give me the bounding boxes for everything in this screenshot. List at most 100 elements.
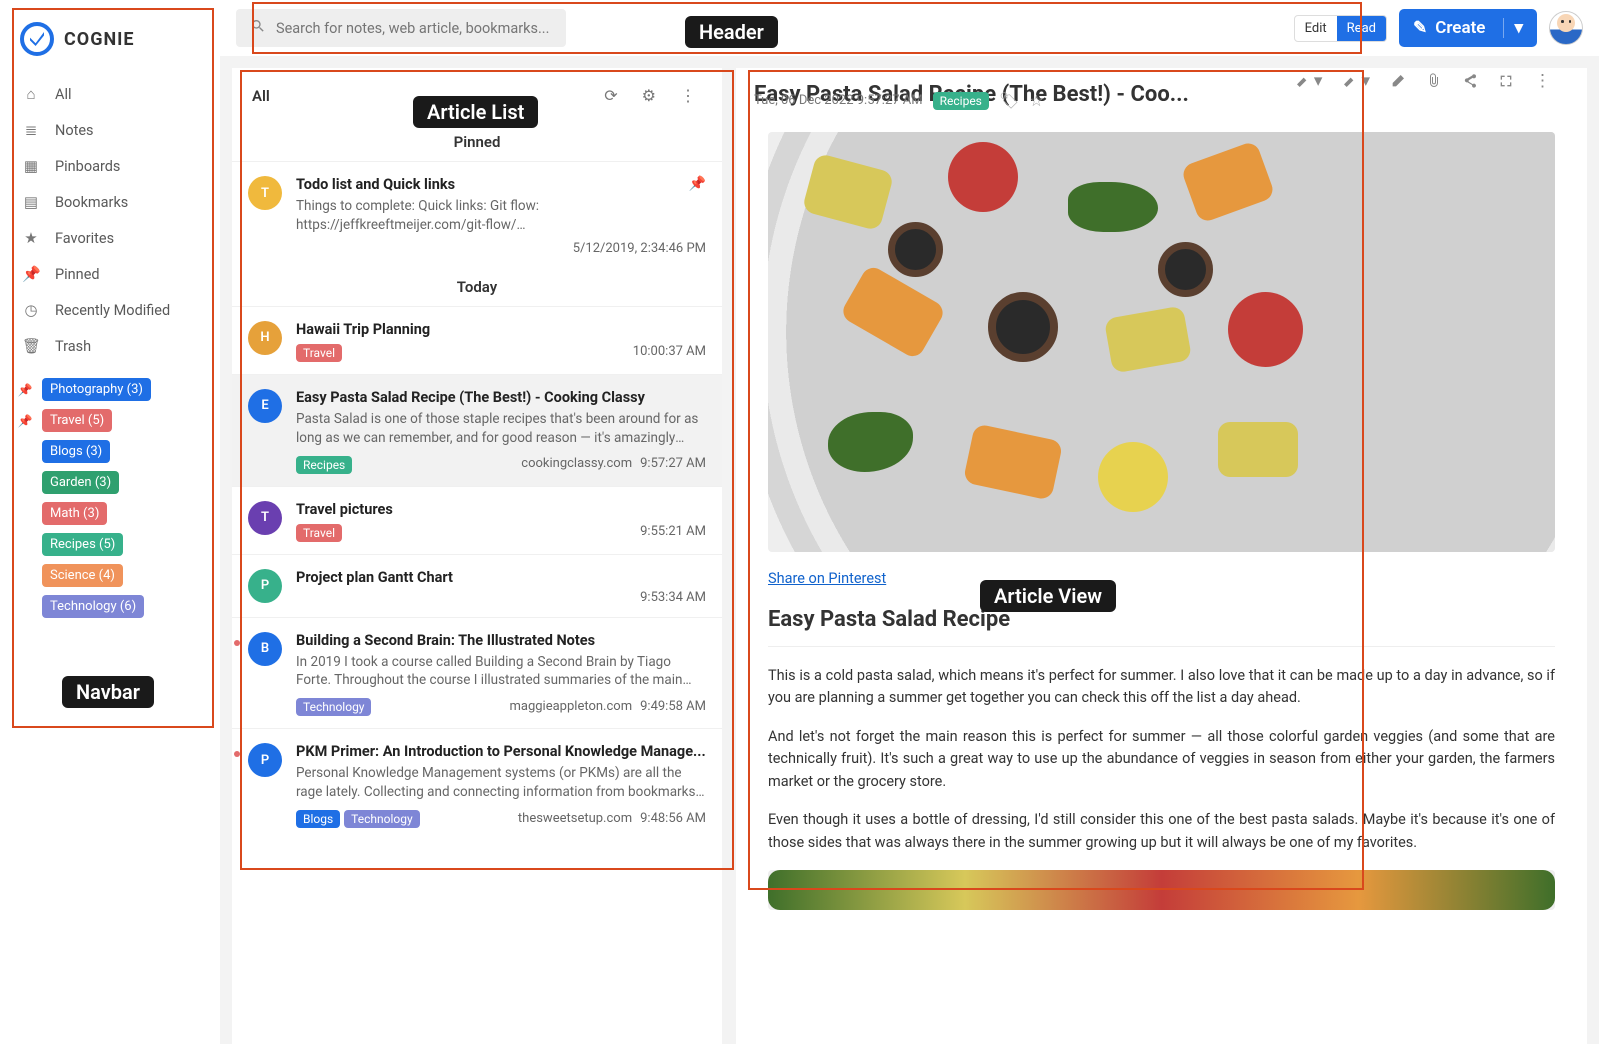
article-paragraph: This is a cold pasta salad, which means … [768, 665, 1555, 710]
divider [768, 646, 1555, 647]
item-source: maggieappleton.com [509, 699, 632, 714]
search-icon [250, 18, 266, 38]
nav-item-all[interactable]: ⌂All [10, 76, 210, 112]
list-item[interactable]: B Building a Second Brain: The Illustrat… [232, 617, 722, 729]
item-meta: cookingclassy.com9:57:27 AM [521, 456, 706, 471]
header: Edit Read ✎ Create ▾ [220, 0, 1599, 56]
article-heading: Easy Pasta Salad Recipe [768, 607, 1555, 632]
settings-icon[interactable]: ⚙ [636, 86, 662, 105]
nav-item-trash[interactable]: 🗑Trash [10, 328, 210, 364]
list-item[interactable]: P PKM Primer: An Introduction to Persona… [232, 728, 722, 840]
list-item[interactable]: P Project plan Gantt Chart 9:53:34 AM [232, 554, 722, 617]
highlighter-b-icon[interactable]: ▾ [1342, 71, 1370, 91]
eraser-icon[interactable] [1390, 71, 1406, 91]
nav-item-bookmarks[interactable]: ▤Bookmarks [10, 184, 210, 220]
nav-item-pinned[interactable]: 📌 Pinned [10, 256, 210, 292]
nav-label: Pinned [55, 266, 100, 283]
item-tag-chip[interactable]: Travel [296, 524, 342, 542]
tag-row: Garden (3) [10, 467, 210, 498]
item-tag-chip[interactable]: Blogs [296, 810, 340, 828]
create-dropdown-caret-icon[interactable]: ▾ [1503, 18, 1523, 38]
pinned-icon: 📌 [22, 265, 40, 283]
tag-row: 📌 Travel (5) [10, 405, 210, 436]
tag-chip[interactable]: Blogs (3) [42, 440, 110, 463]
tag-chip[interactable]: Science (4) [42, 564, 123, 587]
list-item[interactable]: T Travel pictures Travel 9:55:21 AM [232, 486, 722, 554]
nav-label: Notes [55, 122, 94, 139]
view-mode-switch[interactable]: Edit Read [1294, 15, 1387, 42]
item-tag-chip[interactable]: Technology [296, 698, 371, 716]
article-hero-image [768, 132, 1555, 552]
share-icon[interactable] [1462, 71, 1478, 91]
fullscreen-icon[interactable] [1498, 71, 1514, 91]
section-header: Pinned [232, 123, 722, 161]
highlighter-a-icon[interactable]: ▾ [1295, 71, 1323, 91]
item-meta: maggieappleton.com9:49:58 AM [509, 699, 706, 714]
nav-item-recently-modified[interactable]: ◷Recently Modified [10, 292, 210, 328]
share-pinterest-link[interactable]: Share on Pinterest [768, 570, 886, 587]
edit-mode[interactable]: Edit [1295, 16, 1337, 41]
nav-item-pinboards[interactable]: ▦Pinboards [10, 148, 210, 184]
item-title: Project plan Gantt Chart [296, 569, 706, 586]
search-field[interactable] [276, 20, 552, 37]
search-input[interactable] [236, 9, 566, 47]
all-icon: ⌂ [22, 85, 40, 103]
item-title: PKM Primer: An Introduction to Personal … [296, 743, 706, 760]
tag-chip[interactable]: Technology (6) [42, 595, 144, 618]
item-tag-chip[interactable]: Travel [296, 344, 342, 362]
refresh-icon[interactable]: ⟳ [598, 86, 623, 105]
item-title: Hawaii Trip Planning [296, 321, 706, 338]
item-avatar: E [248, 389, 282, 423]
tag-chip[interactable]: Recipes (5) [42, 533, 123, 556]
tag-chip[interactable]: Photography (3) [42, 378, 151, 401]
logo-icon [20, 22, 54, 56]
item-snippet: In 2019 I took a course called Building … [296, 653, 706, 691]
item-snippet: Personal Knowledge Management systems (o… [296, 764, 706, 802]
nav-label: Bookmarks [55, 194, 128, 211]
item-avatar: T [248, 501, 282, 535]
item-snippet: Pasta Salad is one of those staple recip… [296, 410, 706, 448]
item-meta: 10:00:37 AM [633, 344, 706, 359]
item-meta: 9:55:21 AM [640, 524, 706, 539]
tag-icon[interactable]: 🏷 [999, 91, 1019, 110]
item-title: Travel pictures [296, 501, 706, 518]
tag-chip[interactable]: Garden (3) [42, 471, 119, 494]
tag-row: Science (4) [10, 560, 210, 591]
unread-dot-icon [234, 640, 240, 646]
list-item[interactable]: T Todo list and Quick links 📌 Things to … [232, 161, 722, 268]
tag-chip[interactable]: Travel (5) [42, 409, 112, 432]
pin-icon[interactable]: 📌 [14, 414, 36, 428]
favorite-icon[interactable]: ☆ [1029, 91, 1043, 110]
sidebar: COGNIE ⌂All≣Notes▦Pinboards▤Bookmarks★Fa… [0, 0, 220, 1044]
item-avatar: T [248, 176, 282, 210]
read-mode[interactable]: Read [1337, 16, 1386, 41]
attachment-icon[interactable] [1426, 71, 1442, 91]
article-paragraph: And let's not forget the main reason thi… [768, 726, 1555, 793]
list-item[interactable]: E Easy Pasta Salad Recipe (The Best!) - … [232, 374, 722, 486]
article-date: Tue, 06 Dec 2022 9:57:27 AM [754, 93, 923, 108]
item-source: cookingclassy.com [521, 456, 632, 471]
item-title: Building a Second Brain: The Illustrated… [296, 632, 706, 649]
tag-chip[interactable]: Math (3) [42, 502, 107, 525]
nav-item-notes[interactable]: ≣Notes [10, 112, 210, 148]
item-avatar: B [248, 632, 282, 666]
list-item[interactable]: H Hawaii Trip Planning Travel 10:00:37 A… [232, 306, 722, 374]
more-icon[interactable]: ⋮ [674, 86, 702, 105]
tag-row: Math (3) [10, 498, 210, 529]
item-tag-chip[interactable]: Recipes [296, 456, 352, 474]
create-button[interactable]: ✎ Create ▾ [1399, 9, 1537, 47]
logo[interactable]: COGNIE [10, 18, 210, 76]
item-source: thesweetsetup.com [518, 811, 632, 826]
pin-icon[interactable]: 📌 [689, 176, 706, 192]
tag-row: Technology (6) [10, 591, 210, 622]
view-more-icon[interactable]: ⋮ [1534, 71, 1551, 91]
article-tag[interactable]: Recipes [933, 92, 989, 110]
list-title: All [252, 87, 270, 105]
article-paragraph: Even though it uses a bottle of dressing… [768, 809, 1555, 854]
nav-label: Recently Modified [55, 302, 170, 319]
user-avatar[interactable] [1549, 11, 1583, 45]
nav-item-favorites[interactable]: ★Favorites [10, 220, 210, 256]
item-tag-chip[interactable]: Technology [344, 810, 419, 828]
item-meta: thesweetsetup.com9:48:56 AM [518, 811, 706, 826]
pin-icon[interactable]: 📌 [14, 383, 36, 397]
